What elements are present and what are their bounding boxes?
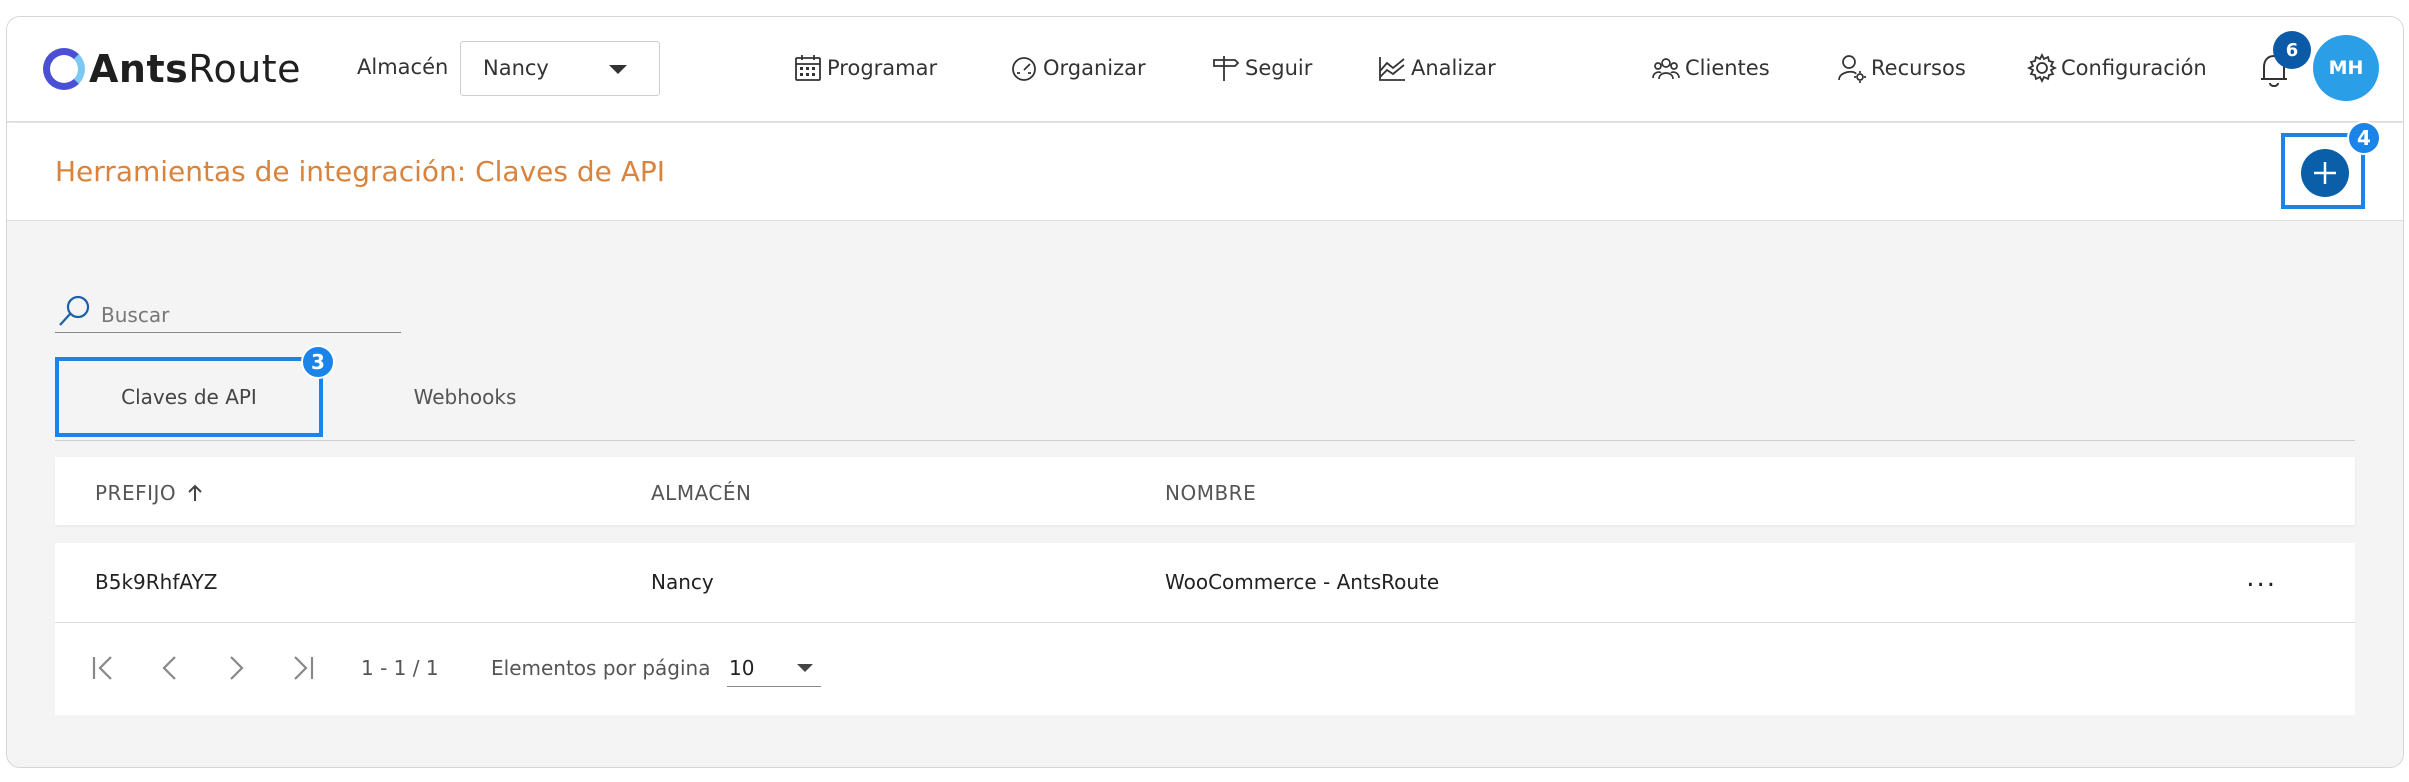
pagination-range: 1 - 1 / 1 — [361, 656, 439, 680]
nav-organizar-label: Organizar — [1043, 56, 1146, 80]
per-page-label: Elementos por página — [491, 656, 711, 680]
api-keys-table: PREFIJO ALMACÉN NOMBRE B5k9RhfAYZ Nancy … — [55, 457, 2355, 715]
first-page-icon[interactable] — [89, 653, 119, 683]
page-title: Herramientas de integración: Claves de A… — [55, 155, 666, 188]
plus-icon — [2314, 162, 2336, 184]
tab-api-keys[interactable]: Claves de API — [55, 357, 323, 437]
tab-api-keys-label: Claves de API — [121, 385, 257, 409]
per-page-select[interactable]: 10 — [727, 647, 821, 687]
page-header: Herramientas de integración: Claves de A… — [7, 121, 2403, 221]
prev-page-icon[interactable] — [155, 653, 185, 683]
warehouse-label: Almacén — [357, 55, 449, 79]
nav-configuracion[interactable]: Configuración — [2027, 49, 2207, 87]
step-badge-3: 3 — [301, 345, 335, 379]
logo-text-light: Route — [188, 47, 302, 91]
search-placeholder: Buscar — [101, 303, 170, 327]
user-gear-icon — [1838, 55, 1866, 83]
logo-mark-icon — [43, 48, 85, 90]
cell-prefix: B5k9RhfAYZ — [95, 570, 218, 594]
cell-warehouse: Nancy — [651, 570, 714, 594]
table-header: PREFIJO ALMACÉN NOMBRE — [55, 457, 2355, 525]
warehouse-select-value: Nancy — [483, 56, 549, 80]
chevron-down-icon — [797, 664, 813, 672]
nav-recursos-label: Recursos — [1871, 56, 1966, 80]
next-page-icon[interactable] — [221, 653, 251, 683]
logo-text-bold: Ants — [89, 47, 189, 91]
nav-configuracion-label: Configuración — [2061, 56, 2207, 80]
nav-seguir[interactable]: Seguir — [1211, 49, 1312, 87]
row-more-menu-button[interactable]: ... — [2246, 563, 2277, 593]
calendar-icon — [795, 55, 821, 81]
avatar[interactable]: MH — [2313, 35, 2379, 101]
nav-analizar[interactable]: Analizar — [1377, 49, 1496, 87]
column-warehouse[interactable]: ALMACÉN — [651, 481, 751, 505]
column-name-label: NOMBRE — [1165, 481, 1257, 505]
app-window: AntsRoute Almacén Nancy Programar Organi… — [6, 16, 2404, 768]
column-warehouse-label: ALMACÉN — [651, 481, 752, 505]
antsroute-logo[interactable]: AntsRoute — [43, 45, 301, 93]
nav-recursos[interactable]: Recursos — [1837, 49, 1966, 87]
last-page-icon[interactable] — [287, 653, 317, 683]
pagination: 1 - 1 / 1 Elementos por página 10 — [55, 623, 2355, 715]
tab-webhooks-label: Webhooks — [413, 385, 517, 409]
nav-seguir-label: Seguir — [1245, 56, 1313, 80]
nav-programar-label: Programar — [827, 56, 938, 80]
nav-clientes[interactable]: Clientes — [1651, 49, 1770, 87]
gear-icon — [2027, 53, 2057, 83]
warehouse-select[interactable]: Nancy — [460, 41, 660, 96]
search-field[interactable]: Buscar — [55, 289, 401, 333]
step-badge-4: 4 — [2347, 121, 2381, 155]
tab-webhooks[interactable]: Webhooks — [355, 357, 575, 437]
column-prefix-label: PREFIJO — [95, 481, 177, 505]
chevron-down-icon — [609, 65, 627, 74]
sort-arrow-up-icon — [188, 484, 202, 501]
top-navbar: AntsRoute Almacén Nancy Programar Organi… — [7, 17, 2403, 122]
tabs: Claves de API Webhooks — [55, 357, 2355, 441]
nav-analizar-label: Analizar — [1411, 56, 1496, 80]
column-prefix[interactable]: PREFIJO — [95, 481, 206, 505]
chart-icon — [1379, 57, 1405, 81]
signpost-icon — [1213, 56, 1240, 81]
column-name[interactable]: NOMBRE — [1165, 481, 1256, 505]
gauge-icon — [1012, 57, 1036, 81]
table-row[interactable]: B5k9RhfAYZ Nancy WooCommerce - AntsRoute… — [55, 543, 2355, 623]
notification-badge: 6 — [2273, 31, 2311, 69]
nav-clientes-label: Clientes — [1685, 56, 1770, 80]
add-api-key-button[interactable] — [2301, 149, 2349, 197]
nav-programar[interactable]: Programar — [793, 49, 937, 87]
per-page-value: 10 — [729, 656, 755, 680]
cell-name: WooCommerce - AntsRoute — [1165, 570, 1440, 594]
search-icon — [59, 295, 90, 326]
users-icon — [1652, 58, 1680, 80]
nav-organizar[interactable]: Organizar — [1009, 49, 1146, 87]
